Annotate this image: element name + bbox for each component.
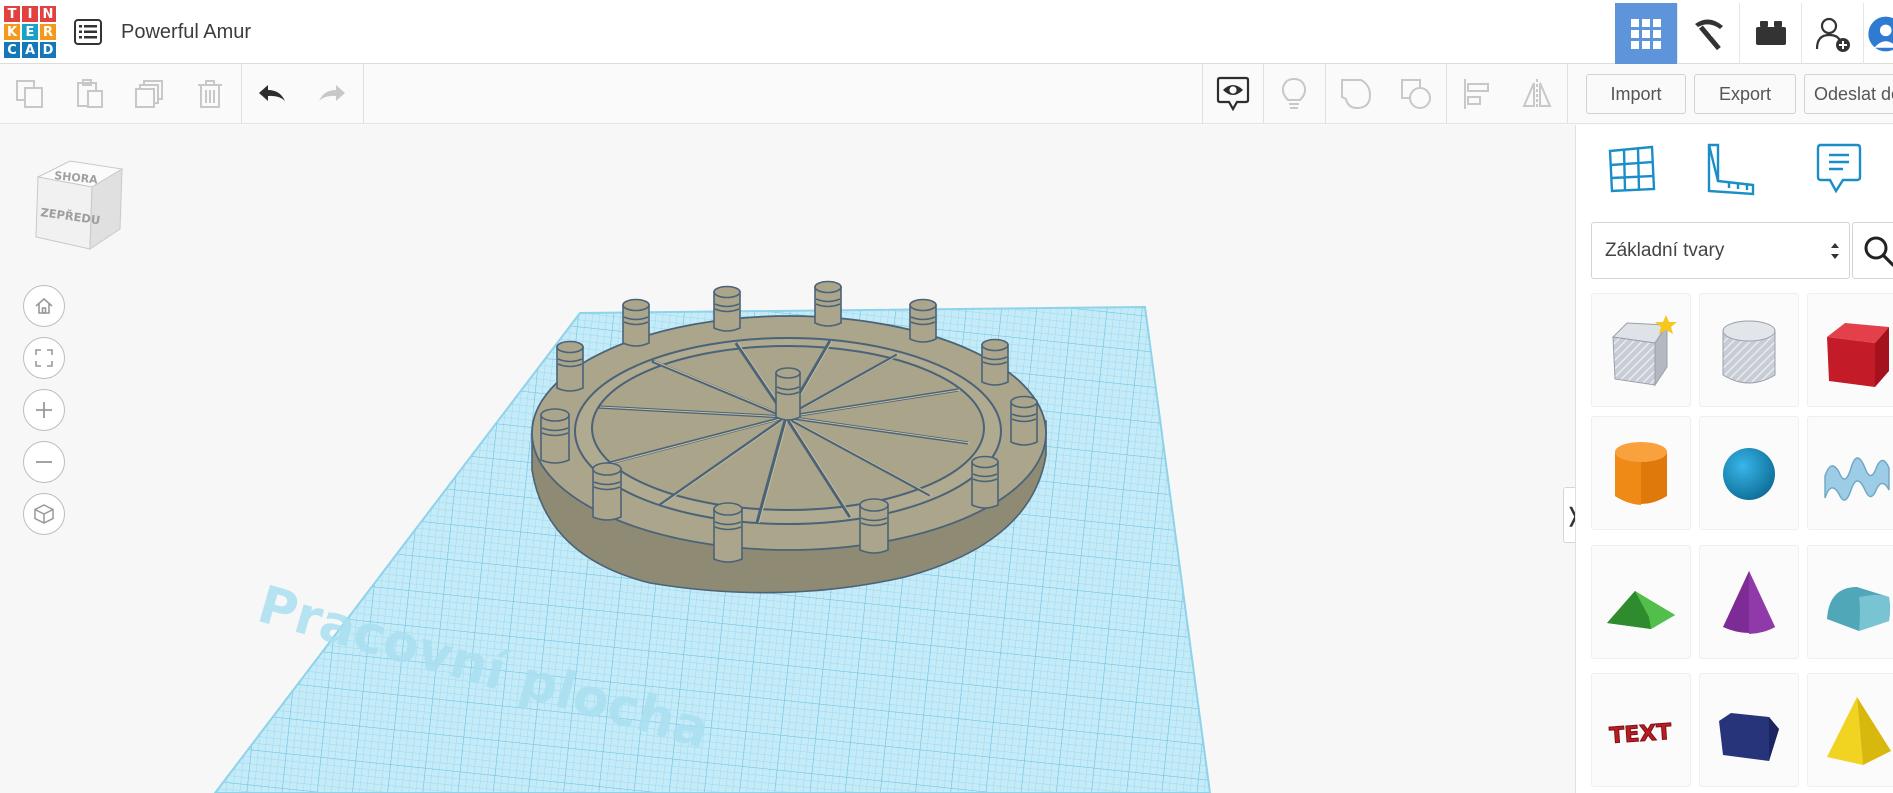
minus-icon [36,461,52,463]
tinkercad-logo[interactable]: T I N K E R C A D [3,5,57,59]
shape-category-select[interactable]: Základní tvary [1591,222,1850,279]
toolbar-divider [363,64,364,124]
codeblocks-pickaxe-icon[interactable] [1677,3,1739,64]
logo-letter: T [3,5,21,23]
light-bulb-icon[interactable] [1264,64,1324,124]
edit-toolbar: Import Export Odeslat do [0,64,1893,124]
shape-tile-pyramid[interactable] [1807,673,1893,787]
logo-letter: I [21,5,39,23]
view-cube[interactable]: SHORA ZEPŘEDU [26,157,126,264]
workplane-viewport[interactable]: Pracovní plocha SHORA ZEPŘEDU [0,125,1575,793]
logo-letter: A [21,41,39,59]
group-icon[interactable] [1326,64,1386,124]
tinkercad-editor: T I N K E R C A D Powerful Amur Import E… [0,0,1893,793]
search-icon [1864,236,1893,267]
toolbar-divider [1567,64,1568,124]
logo-letter: R [39,23,57,41]
logo-letter: E [21,23,39,41]
shape-tile-cylinder[interactable] [1591,416,1691,530]
redo-icon[interactable] [302,64,362,124]
logo-letter: K [3,23,21,41]
logo-letter: D [39,41,57,59]
shape-search-button[interactable] [1852,222,1893,279]
perspective-toggle-button[interactable] [23,493,65,535]
logo-letter: N [39,5,57,23]
zoom-out-button[interactable] [23,441,65,483]
fit-all-button[interactable] [23,337,65,379]
shape-tile-sphere[interactable] [1699,416,1799,530]
shape-tile-roof[interactable] [1591,545,1691,659]
notes-icon[interactable] [1808,139,1868,199]
select-arrows-icon [1831,243,1839,259]
shape-tile-box-hole[interactable] [1591,293,1691,407]
user-avatar[interactable] [1863,3,1893,64]
undo-icon[interactable] [242,64,302,124]
send-to-button[interactable]: Odeslat do [1804,74,1893,114]
align-icon[interactable] [1447,64,1507,124]
3d-design-grid-icon[interactable] [1615,3,1677,64]
notes-visibility-icon[interactable] [1203,64,1263,124]
home-view-button[interactable] [23,285,65,327]
copy-icon[interactable] [0,64,60,124]
invite-user-icon[interactable] [1801,3,1863,64]
top-nav-icons [1615,3,1893,64]
document-title[interactable]: Powerful Amur [121,21,251,44]
shape-tile-wedge[interactable] [1699,673,1799,787]
home-icon [35,297,53,314]
logo-letter: C [3,41,21,59]
design-list-icon[interactable] [74,19,102,45]
fit-view-icon [35,349,53,367]
zoom-in-button[interactable] [23,389,65,431]
ungroup-icon[interactable] [1386,64,1446,124]
mirror-icon[interactable] [1507,64,1567,124]
shape-tile-round-roof[interactable] [1807,545,1893,659]
plus-icon [36,402,52,418]
import-button[interactable]: Import [1586,74,1686,114]
shape-tile-cylinder-hole[interactable] [1699,293,1799,407]
workplane-scene: Pracovní plocha [213,280,1212,793]
duplicate-icon[interactable] [120,64,180,124]
shape-tile-scribble[interactable] [1807,416,1893,530]
ruler-icon[interactable] [1700,139,1760,199]
shapes-panel: Základní tvary TEXT [1575,125,1893,793]
cube-perspective-icon [34,504,54,524]
bricks-icon[interactable] [1739,3,1801,64]
shape-tile-cone[interactable] [1699,545,1799,659]
workplane-icon[interactable] [1602,139,1662,199]
delete-icon[interactable] [180,64,240,124]
shape-category-value: Základní tvary [1605,239,1725,261]
paste-icon[interactable] [60,64,120,124]
shape-tile-box[interactable] [1807,293,1893,407]
shape-tile-text[interactable]: TEXT [1591,673,1691,787]
top-bar: T I N K E R C A D Powerful Amur [0,0,1893,64]
text-shape-label: TEXT [1609,720,1673,749]
export-button[interactable]: Export [1694,74,1796,114]
